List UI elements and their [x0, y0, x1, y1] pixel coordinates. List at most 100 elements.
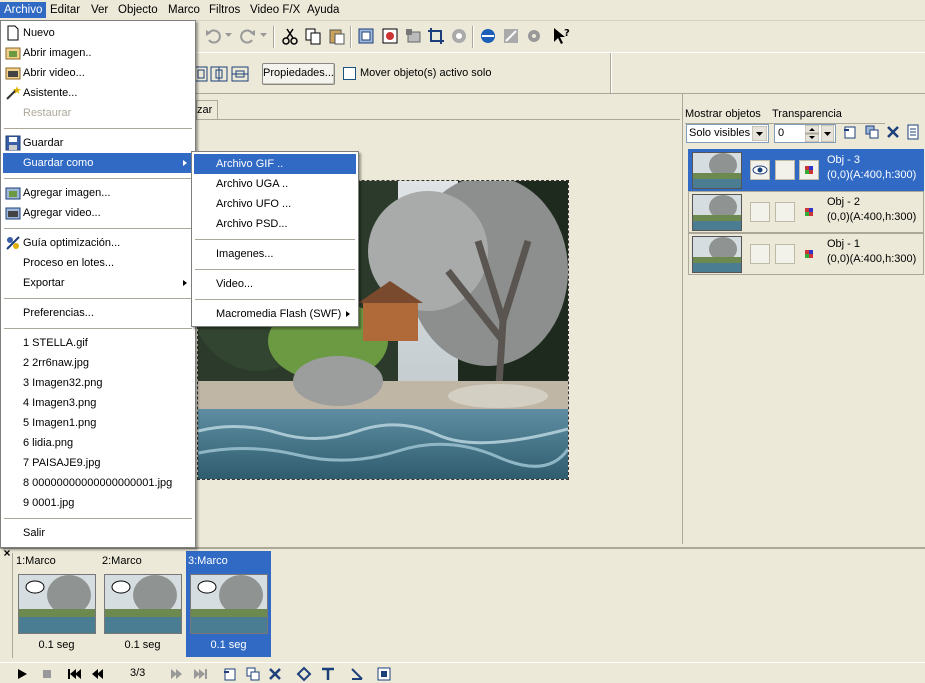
menu-item-guardar[interactable]: Guardar	[3, 133, 193, 153]
menu-item-guardar-como[interactable]: Guardar como	[3, 153, 193, 173]
recent-file-item[interactable]: 1 STELLA.gif	[3, 333, 193, 353]
optimize-icon[interactable]	[501, 26, 521, 46]
menu-archivo[interactable]: Archivo	[0, 2, 47, 18]
menu-ayuda[interactable]: Ayuda	[303, 2, 343, 18]
color-swatch-icon	[805, 250, 813, 258]
help-pointer-icon[interactable]: ?	[551, 26, 571, 46]
menu-item-agregar-imagen[interactable]: Agregar imagen...	[3, 183, 193, 203]
color-swatch[interactable]	[799, 160, 819, 180]
submenu-item-archivo-ufo[interactable]: Archivo UFO ...	[194, 194, 356, 214]
redo-icon[interactable]	[238, 26, 258, 46]
object-row[interactable]: Obj - 3 (0,0)(A:400,h:300)	[688, 149, 924, 191]
show-objects-select[interactable]: Solo visibles	[686, 124, 769, 143]
settings-icon[interactable]	[524, 26, 544, 46]
frame-item-selected[interactable]: 3:Marco 0.1 seg	[186, 551, 271, 657]
menu-item-agregar-video[interactable]: Agregar video...	[3, 203, 193, 223]
menu-ver[interactable]: Ver	[87, 2, 112, 18]
menu-item-exportar[interactable]: Exportar	[3, 273, 193, 293]
submenu-item-archivo-psd[interactable]: Archivo PSD...	[194, 214, 356, 234]
frame-duration[interactable]: 0.1 seg	[186, 639, 271, 651]
undo-icon[interactable]	[203, 26, 223, 46]
lock-toggle[interactable]	[775, 244, 795, 264]
menu-item-guia-optimizacion[interactable]: Guía optimización...	[3, 233, 193, 253]
transparency-dropdown-icon[interactable]	[821, 125, 834, 142]
frame-item[interactable]: 1:Marco 0.1 seg	[14, 551, 99, 657]
stop-icon[interactable]	[40, 667, 54, 681]
move-only-checkbox[interactable]	[343, 67, 356, 80]
submenu-item-video[interactable]: Video...	[194, 274, 356, 294]
play-icon[interactable]	[15, 667, 29, 681]
align-center-icon[interactable]	[210, 66, 228, 82]
recent-file-item[interactable]: 4 Imagen3.png	[3, 393, 193, 413]
visibility-toggle[interactable]	[750, 160, 770, 180]
menu-item-preferencias[interactable]: Preferencias...	[3, 303, 193, 323]
menu-item-asistente[interactable]: Asistente...	[3, 83, 193, 103]
color-swatch[interactable]	[799, 244, 819, 264]
chevron-down-icon[interactable]	[752, 126, 767, 141]
delete-object-icon[interactable]	[886, 124, 900, 140]
previous-frame-icon[interactable]	[90, 667, 104, 681]
visibility-toggle[interactable]	[750, 244, 770, 264]
redo-dropdown-icon[interactable]	[260, 33, 267, 38]
frame-duration[interactable]: 0.1 seg	[100, 639, 185, 651]
reorder-frames-icon[interactable]	[296, 666, 312, 682]
menu-editar[interactable]: Editar	[46, 2, 84, 18]
delete-frame-icon[interactable]	[268, 666, 282, 682]
color-swatch[interactable]	[799, 202, 819, 222]
frame-item[interactable]: 2:Marco 0.1 seg	[100, 551, 185, 657]
recent-file-item[interactable]: 6 lidia.png	[3, 433, 193, 453]
add-frame-icon[interactable]	[403, 26, 423, 46]
submenu-item-archivo-uga[interactable]: Archivo UGA ..	[194, 174, 356, 194]
recent-file-item[interactable]: 5 Imagen1.png	[3, 413, 193, 433]
menu-item-nuevo[interactable]: Nuevo	[3, 23, 193, 43]
duplicate-frame-icon[interactable]	[245, 666, 261, 682]
crop-icon[interactable]	[426, 26, 446, 46]
browser-preview-icon[interactable]	[478, 26, 498, 46]
reverse-frames-icon[interactable]	[349, 666, 365, 682]
image-edit-icon[interactable]	[380, 26, 400, 46]
recent-file-item[interactable]: 2 2rr6naw.jpg	[3, 353, 193, 373]
duplicate-object-icon[interactable]	[864, 124, 880, 140]
cut-icon[interactable]	[280, 26, 300, 46]
recent-file-item[interactable]: 8 00000000000000000001.jpg	[3, 473, 193, 493]
submenu-item-flash-swf[interactable]: Macromedia Flash (SWF)	[194, 304, 356, 324]
next-frame-icon[interactable]	[170, 667, 184, 681]
menu-item-abrir-imagen[interactable]: Abrir imagen..	[3, 43, 193, 63]
undo-dropdown-icon[interactable]	[225, 33, 232, 38]
properties-button[interactable]: Propiedades...	[262, 63, 335, 85]
frame-properties-icon[interactable]	[376, 666, 392, 682]
menu-filtros[interactable]: Filtros	[205, 2, 244, 18]
object-properties-icon[interactable]	[906, 124, 920, 140]
menu-marco[interactable]: Marco	[164, 2, 204, 18]
visibility-toggle[interactable]	[750, 202, 770, 222]
object-row[interactable]: Obj - 1 (0,0)(A:400,h:300)	[688, 233, 924, 275]
add-frame-icon[interactable]	[222, 666, 238, 682]
paste-icon[interactable]	[327, 26, 347, 46]
menu-item-proceso-lotes[interactable]: Proceso en lotes...	[3, 253, 193, 273]
align-middle-icon[interactable]	[231, 66, 249, 82]
submenu-item-archivo-gif[interactable]: Archivo GIF ..	[194, 154, 356, 174]
align-left-icon[interactable]	[194, 66, 208, 82]
editor-tab[interactable]: zar	[196, 100, 218, 119]
first-frame-icon[interactable]	[66, 667, 82, 681]
menu-objecto[interactable]: Objecto	[114, 2, 162, 18]
menu-video-fx[interactable]: Video F/X	[246, 2, 304, 18]
spin-arrows-icon[interactable]	[805, 125, 819, 142]
new-object-icon[interactable]	[842, 124, 858, 140]
lock-toggle[interactable]	[775, 202, 795, 222]
frame-duration[interactable]: 0.1 seg	[14, 639, 99, 651]
recent-file-item[interactable]: 9 0001.jpg	[3, 493, 193, 513]
last-frame-icon[interactable]	[193, 667, 209, 681]
menu-item-salir[interactable]: Salir	[3, 523, 193, 543]
copy-icon[interactable]	[303, 26, 323, 46]
effects-icon[interactable]	[449, 26, 469, 46]
transparency-spinner[interactable]: 0	[774, 124, 836, 143]
frame-text-icon[interactable]	[320, 666, 336, 682]
menu-item-abrir-video[interactable]: Abrir video...	[3, 63, 193, 83]
object-row[interactable]: Obj - 2 (0,0)(A:400,h:300)	[688, 191, 924, 233]
lock-toggle[interactable]	[775, 160, 795, 180]
resize-canvas-icon[interactable]	[356, 26, 376, 46]
submenu-item-imagenes[interactable]: Imagenes...	[194, 244, 356, 264]
recent-file-item[interactable]: 7 PAISAJE9.jpg	[3, 453, 193, 473]
recent-file-item[interactable]: 3 Imagen32.png	[3, 373, 193, 393]
